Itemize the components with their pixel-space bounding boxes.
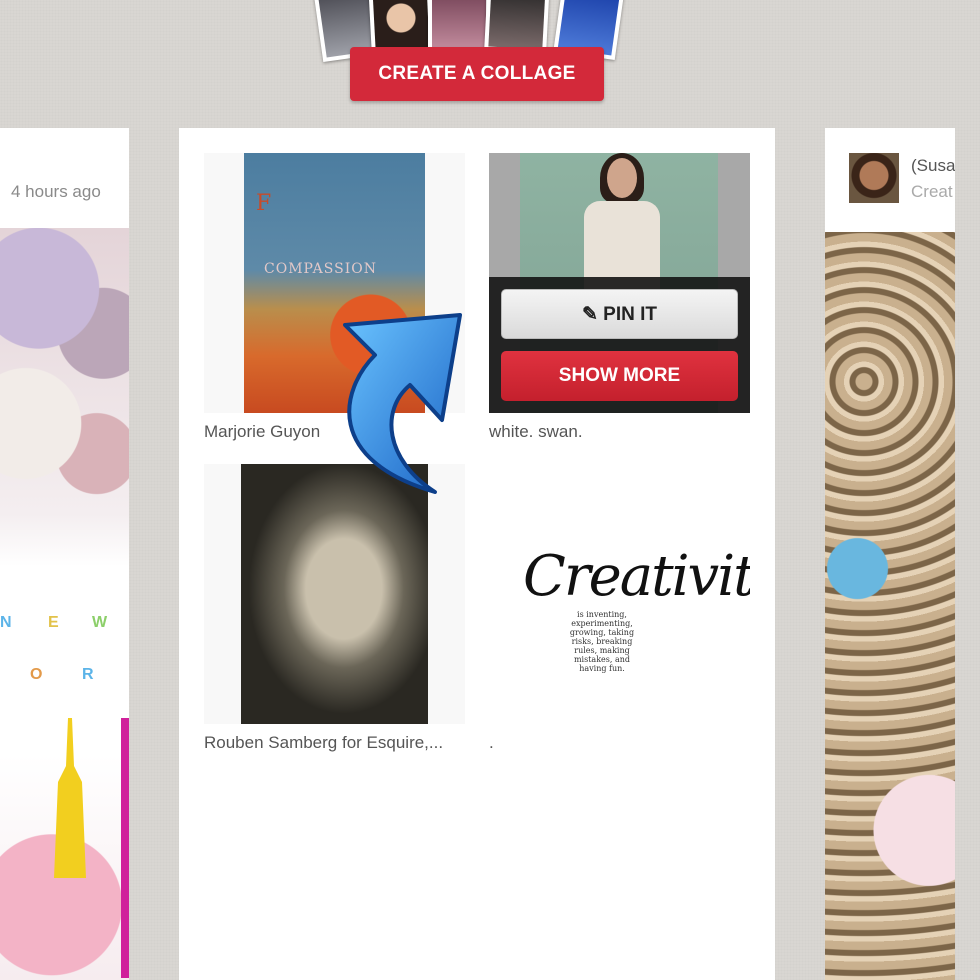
pin-thumbnail-3[interactable] [204,464,465,724]
pin-image[interactable]: N E W O R [0,228,129,980]
tower-graphic [54,718,86,878]
pin-caption[interactable]: Rouben Samberg for Esquire,... [204,733,443,753]
collage-photo [484,0,550,54]
art-subtitle: is inventing, experimenting, growing, ta… [569,610,635,673]
hover-overlay: ✎ PIN IT SHOW MORE [489,277,750,413]
art-letter: O [30,666,43,683]
create-collage-button[interactable]: CREATE A COLLAGE [350,47,604,101]
pin-caption[interactable]: . [489,733,494,753]
pin-card-right[interactable]: (Susa Creat [825,128,955,980]
user-subtitle: Creat [911,182,953,201]
pin-it-button[interactable]: ✎ PIN IT [501,289,738,339]
show-more-button[interactable]: SHOW MORE [501,351,738,401]
art-title: Creativity [523,544,750,609]
pin-board-card: F COMPASSION Marjorie Guyon ✎ PIN IT SHO… [179,128,775,980]
pin-image[interactable] [825,232,955,980]
art-text: COMPASSION [264,261,377,277]
card-header: 4 hours ago [0,128,129,228]
pin-thumbnail-2[interactable]: ✎ PIN IT SHOW MORE [489,153,750,413]
card-header: (Susa Creat [825,128,955,232]
user-name[interactable]: (Susa [911,156,955,176]
pin-caption[interactable]: white. swan. [489,422,583,442]
collage-photo [428,0,490,52]
art-letter: E [48,614,59,631]
art-letter: W [92,614,108,631]
pin-card-left[interactable]: 4 hours ago N E W O R [0,128,129,980]
art-letter: N [0,614,12,631]
pin-icon: ✎ [581,303,604,325]
timestamp: 4 hours ago [11,182,101,201]
art-letter: R [82,666,94,683]
art-title: F [256,191,272,216]
pin-caption[interactable]: Marjorie Guyon [204,422,320,442]
pin-thumbnail-4[interactable]: Creativity is inventing, experimenting, … [489,464,750,724]
curved-arrow-icon [343,313,462,494]
pin-image [241,464,428,724]
avatar[interactable] [849,153,899,203]
stripe-graphic [121,718,129,978]
